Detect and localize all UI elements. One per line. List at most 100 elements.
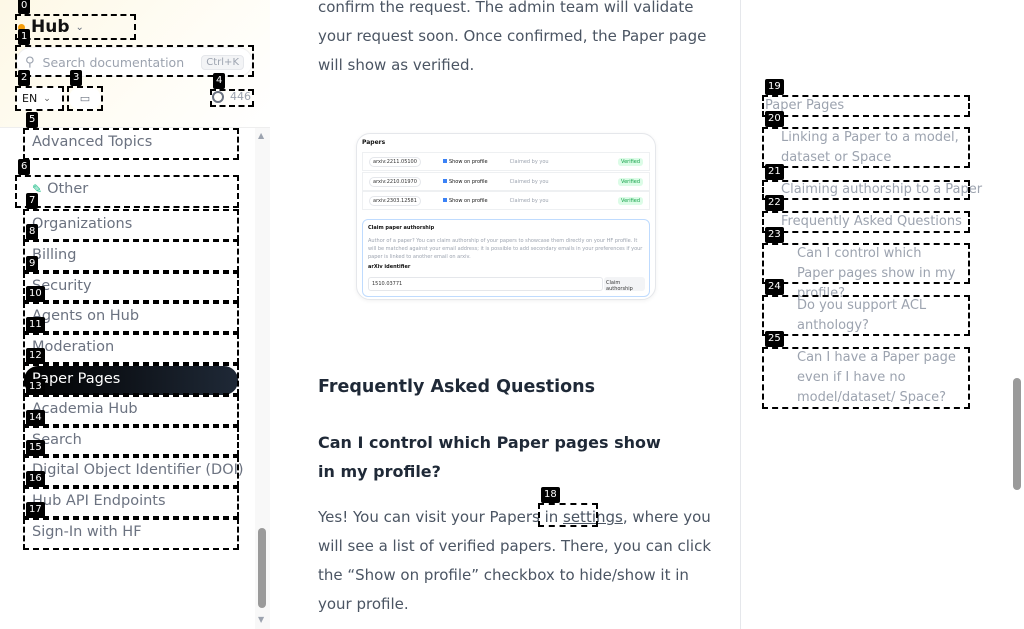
mark-label: 10 xyxy=(26,286,45,302)
mark-label: 14 xyxy=(26,410,45,426)
sidebar-item-sign-in[interactable]: Sign-In with HF xyxy=(32,524,142,540)
chevron-down-icon: ⌄ xyxy=(43,93,51,104)
screenshot-title: Papers xyxy=(362,139,386,146)
sidebar-item-organizations[interactable]: Organizations xyxy=(32,216,132,232)
mark-label: 3 xyxy=(70,70,83,86)
claimed-text: Claimed by you xyxy=(509,197,549,204)
toc-item[interactable]: Frequently Asked Questions xyxy=(781,212,962,232)
claim-input: 1510.03771 xyxy=(368,277,603,291)
show-checkbox: Show on profile xyxy=(443,159,488,165)
toc-item[interactable]: Can I have a Paper page even if I have n… xyxy=(797,348,969,408)
github-link[interactable]: 446 xyxy=(212,90,251,103)
sidebar-item-paper-pages[interactable]: Paper Pages xyxy=(24,366,238,395)
paragraph-line: your profile. xyxy=(318,595,409,613)
mark-label: 17 xyxy=(26,502,45,518)
page-scrollbar[interactable] xyxy=(1010,0,1024,629)
paper-row: arxiv:2210.01970 Show on profile Claimed b… xyxy=(362,172,650,191)
search-input[interactable]: ⚲ Search documentation Ctrl+K xyxy=(17,48,252,76)
claim-panel: Claim paper authorship Author of a paper… xyxy=(362,219,650,297)
chevron-down-icon: ⌄ xyxy=(75,21,84,33)
claimed-text: Claimed by you xyxy=(509,178,549,185)
paragraph-line: the “Show on profile” checkbox to hide/s… xyxy=(318,566,689,584)
paragraph-line: will show as verified. xyxy=(318,56,475,74)
show-checkbox: Show on profile xyxy=(443,198,488,204)
show-checkbox: Show on profile xyxy=(443,179,488,185)
toc-item[interactable]: Claiming authorship to a Paper xyxy=(781,180,982,200)
claim-description: Author of a paper? You can claim authors… xyxy=(368,238,643,260)
paragraph-line: Yes! You can visit your Papers in settin… xyxy=(318,508,711,526)
hub-title: Hub xyxy=(31,17,70,37)
language-value: EN xyxy=(22,92,38,105)
scroll-up-icon[interactable]: ▲ xyxy=(258,131,264,140)
mark-label: 23 xyxy=(765,227,784,243)
text: , where you xyxy=(622,508,711,526)
paper-id: arxiv:2211.05100 xyxy=(369,156,421,167)
mark-label: 22 xyxy=(765,195,784,211)
scrollbar-thumb[interactable] xyxy=(1013,378,1021,490)
sidebar-item-api-endpoints[interactable]: Hub API Endpoints xyxy=(32,493,166,509)
mark-label: 15 xyxy=(26,440,45,456)
mark-label: 11 xyxy=(26,317,45,333)
verified-badge: Verified xyxy=(618,196,643,205)
paper-id: arxiv:2210.01970 xyxy=(369,176,421,187)
mark-label: 9 xyxy=(26,256,39,272)
claim-title: Claim paper authorship xyxy=(368,225,435,231)
sidebar-item-agents[interactable]: Agents on Hub xyxy=(32,308,139,324)
mark-label: 8 xyxy=(26,224,39,240)
scrollbar-thumb[interactable] xyxy=(258,528,266,608)
mark-label: 2 xyxy=(18,70,31,86)
paragraph-line: your request soon. Once confirmed, the P… xyxy=(318,27,707,45)
sidebar-item-billing[interactable]: Billing xyxy=(32,247,76,263)
language-select[interactable]: EN ⌄ xyxy=(17,87,63,110)
sidebar-item-academia-hub[interactable]: Academia Hub xyxy=(32,401,138,417)
sidebar-item-label: Other xyxy=(47,181,89,197)
sidebar-item-advanced-topics[interactable]: Advanced Topics xyxy=(32,134,152,150)
monitor-icon: ▭ xyxy=(79,92,91,105)
claimed-text: Claimed by you xyxy=(509,158,549,165)
shortcut-badge: Ctrl+K xyxy=(201,54,244,70)
claim-label: arXiv identifier xyxy=(368,264,411,270)
scroll-down-icon[interactable]: ▼ xyxy=(258,615,264,624)
sidebar: Hub ⌄ ⚲ Search documentation Ctrl+K EN ⌄ ▭ 4… xyxy=(0,0,270,629)
faq-question: Can I control which Paper pages show in … xyxy=(318,433,661,481)
search-placeholder: Search documentation xyxy=(42,54,185,70)
paper-row: arxiv:2303.12581 Show on profile Claimed b… xyxy=(362,191,650,210)
paragraph-line: confirm the request. The admin team will… xyxy=(318,0,694,16)
mark-label: 24 xyxy=(765,279,784,295)
theme-toggle[interactable]: ▭ xyxy=(69,87,101,110)
sidebar-item-doi[interactable]: Digital Object Identifier (DOI) xyxy=(32,462,244,478)
verified-badge: Verified xyxy=(618,157,643,166)
sidebar-scrollbar[interactable]: ▲ ▼ xyxy=(255,128,270,629)
github-stars: 446 xyxy=(230,90,251,103)
search-icon: ⚲ xyxy=(25,54,35,70)
mark-label: 25 xyxy=(765,331,784,347)
toc-item[interactable]: Can I control which Paper pages show in … xyxy=(797,244,962,304)
papers-settings-screenshot: Papers arxiv:2211.05100 Show on profile Cl… xyxy=(356,133,656,300)
sidebar-item-other[interactable]: ✎ Other xyxy=(32,181,88,197)
settings-link[interactable]: settings xyxy=(563,508,623,526)
paper-id: arxiv:2303.12581 xyxy=(369,195,421,206)
mark-label: 20 xyxy=(765,111,784,127)
mark-label: 21 xyxy=(765,164,784,180)
mark-label: 4 xyxy=(213,73,226,89)
verified-badge: Verified xyxy=(618,177,643,186)
sidebar-header: Hub ⌄ ⚲ Search documentation Ctrl+K EN ⌄ ▭ 4… xyxy=(0,0,270,128)
mark-label: 0 xyxy=(18,0,31,14)
mark-label: 1 xyxy=(18,29,31,45)
faq-heading: Frequently Asked Questions xyxy=(318,377,596,397)
mark-label: 5 xyxy=(26,112,39,128)
paper-row: arxiv:2211.05100 Show on profile Claimed b… xyxy=(362,152,650,171)
claim-button: Claim authorship xyxy=(604,277,645,292)
paragraph-line: will see a list of verified papers. Ther… xyxy=(318,537,712,555)
mark-label: 19 xyxy=(765,79,784,95)
mark-label: 12 xyxy=(26,348,45,364)
mark-label: 16 xyxy=(26,471,45,487)
github-icon xyxy=(212,90,224,103)
toc-item[interactable]: Linking a Paper to a model, dataset or S… xyxy=(781,128,961,168)
mark-label: 13 xyxy=(26,379,45,395)
mark-label: 7 xyxy=(26,193,39,209)
mark-label: 18 xyxy=(541,487,560,503)
main-content: confirm the request. The admin team will… xyxy=(271,0,740,629)
toc-item[interactable]: Do you support ACL anthology? xyxy=(797,296,947,336)
mark-label: 6 xyxy=(18,159,31,175)
